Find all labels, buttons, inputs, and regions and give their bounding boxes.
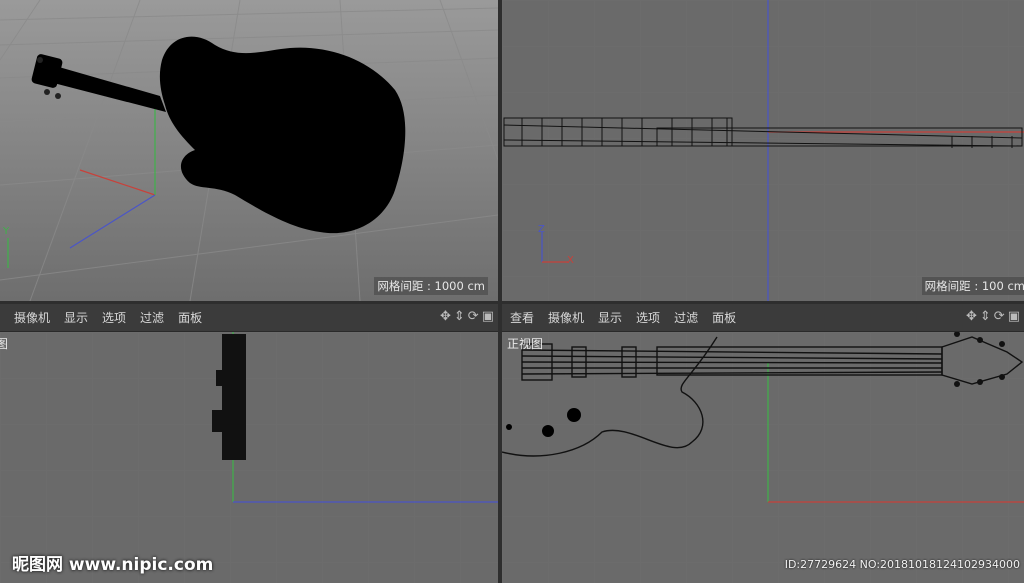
top-viewport[interactable]: Z X 网格间距 : 100 cm	[502, 0, 1024, 301]
pan-icon[interactable]: ⇕	[454, 309, 465, 324]
right-scene	[212, 332, 498, 503]
top-scene	[503, 0, 1024, 301]
watermark-id: ID:27729624 NO:20181018124102934000	[784, 558, 1020, 571]
perspective-scene	[0, 0, 498, 301]
viewport-menubar: 摄像机 显示 选项 过滤 面板 ✥ ⇕ ⟳ ▣	[0, 304, 498, 332]
viewport-name: 图	[0, 337, 9, 351]
menu-display[interactable]: 显示	[64, 309, 88, 326]
pan-icon[interactable]: ⇕	[980, 309, 991, 324]
menu-display[interactable]: 显示	[598, 309, 622, 326]
move-icon[interactable]: ✥	[966, 309, 977, 324]
menu-options[interactable]: 选项	[636, 309, 660, 326]
menu-view[interactable]: 查看	[510, 309, 534, 326]
maximize-icon[interactable]: ▣	[482, 309, 494, 324]
viewport-name: 正视图	[507, 337, 544, 351]
menu-camera[interactable]: 摄像机	[548, 309, 584, 326]
grid-spacing-label: 网格间距 : 1000 cm	[374, 277, 488, 295]
axis-y-label: Y	[3, 226, 10, 237]
front-scene	[502, 332, 1024, 503]
front-viewport[interactable]: 查看 摄像机 显示 选项 过滤 面板 ✥ ⇕ ⟳ ▣ 正视图 ID:277296…	[502, 304, 1024, 583]
move-icon[interactable]: ✥	[440, 309, 451, 324]
guitar-wireframe-side	[212, 334, 246, 460]
watermark-site: 昵图网 www.nipic.com	[12, 555, 214, 575]
menu-options[interactable]: 选项	[102, 309, 126, 326]
perspective-viewport[interactable]: Y 网格间距 : 1000 cm	[0, 0, 498, 301]
gizmo-x-label: X	[567, 255, 574, 266]
grid-spacing-label: 网格间距 : 100 cm	[921, 277, 1024, 295]
menu-panel[interactable]: 面板	[178, 309, 202, 326]
rotate-icon[interactable]: ⟳	[468, 309, 479, 324]
menu-filter[interactable]: 过滤	[674, 309, 698, 326]
menu-panel[interactable]: 面板	[712, 309, 736, 326]
rotate-icon[interactable]: ⟳	[994, 309, 1005, 324]
menu-filter[interactable]: 过滤	[140, 309, 164, 326]
viewport-menubar: 查看 摄像机 显示 选项 过滤 面板 ✥ ⇕ ⟳ ▣	[502, 304, 1024, 332]
guitar-wireframe-front	[502, 336, 1024, 457]
right-viewport[interactable]: 摄像机 显示 选项 过滤 面板 ✥ ⇕ ⟳ ▣ 图 昵图网 www.nipic.…	[0, 304, 498, 583]
maximize-icon[interactable]: ▣	[1008, 309, 1020, 324]
viewport-divider-horizontal[interactable]	[0, 301, 1024, 304]
menu-camera[interactable]: 摄像机	[14, 309, 50, 326]
gizmo-z-label: Z	[538, 224, 545, 235]
viewport-divider-vertical[interactable]	[498, 0, 502, 583]
